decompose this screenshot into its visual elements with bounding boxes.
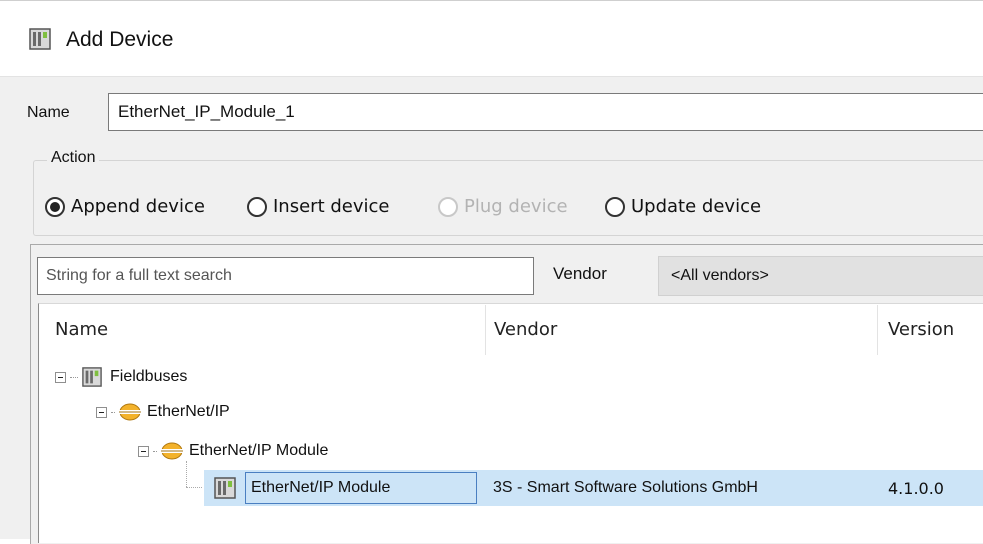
tree-connector [153,450,157,452]
ethernet-ip-icon [161,442,183,460]
tree-node-fieldbuses[interactable]: Fieldbuses [55,367,187,387]
insert-device-label: Insert device [273,196,390,217]
name-label: Name [27,104,70,121]
update-device-label: Update device [631,196,762,217]
append-device-label: Append device [71,196,205,217]
column-separator[interactable] [485,305,486,355]
tree-connector [186,487,202,488]
device-vendor-cell[interactable]: 3S - Smart Software Solutions GmbH [493,479,758,497]
append-device-radio[interactable]: Append device [45,196,205,217]
plug-device-radio: Plug device [438,196,568,217]
plug-device-label: Plug device [464,196,568,217]
collapse-icon[interactable] [138,445,149,457]
tree-node-label: EtherNet/IP Module [189,442,329,459]
radio-checked-icon [45,196,65,217]
collapse-icon[interactable] [55,371,66,383]
vendor-select-value: <All vendors> [671,267,769,284]
fieldbus-module-icon [82,367,102,387]
update-device-radio[interactable]: Update device [605,196,761,217]
tree-connector [70,376,78,378]
radio-unchecked-icon [247,196,267,217]
tree-node-ethernet-ip[interactable]: EtherNet/IP [96,402,230,422]
column-header-vendor[interactable]: Vendor [494,319,557,340]
vendor-select[interactable]: <All vendors> [658,256,983,296]
full-text-search-input[interactable] [37,257,534,295]
collapse-icon[interactable] [96,406,107,418]
title-bar: Add Device [0,1,983,76]
ethernet-ip-icon [119,403,141,421]
column-separator[interactable] [877,305,878,355]
device-module-icon [214,477,236,499]
tree-node-label: Fieldbuses [110,368,188,385]
tree-connector [186,461,187,487]
tree-node-ethernet-ip-module-group[interactable]: EtherNet/IP Module [138,441,328,461]
tree-connector [111,411,115,413]
device-version-cell[interactable]: 4.1.0.0 [888,479,944,498]
column-header-name[interactable]: Name [55,319,108,340]
insert-device-radio[interactable]: Insert device [247,196,389,217]
name-field[interactable] [108,93,983,131]
column-header-version[interactable]: Version [888,319,954,340]
vendor-label: Vendor [553,264,607,283]
action-legend: Action [47,149,100,167]
tree-node-label: EtherNet/IP [147,403,230,420]
radio-disabled-icon [438,196,458,217]
device-module-icon [29,28,51,50]
device-name-cell[interactable]: EtherNet/IP Module [251,479,390,497]
radio-unchecked-icon [605,196,625,217]
window-title: Add Device [66,28,174,51]
